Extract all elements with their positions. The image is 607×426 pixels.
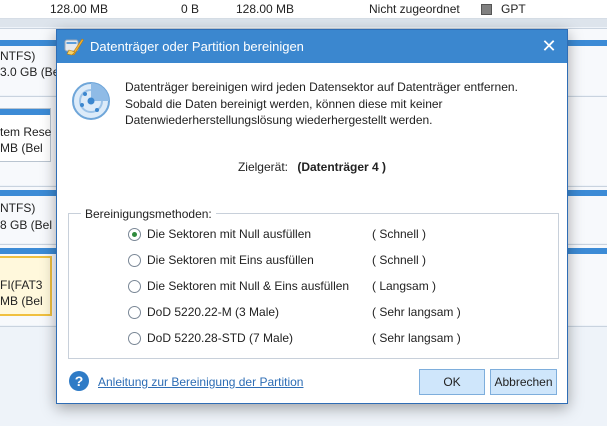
method-speed: ( Schnell ) bbox=[372, 253, 427, 267]
close-button[interactable]: ✕ bbox=[537, 35, 561, 57]
type-cell: GPT bbox=[501, 2, 526, 16]
method-speed: ( Langsam ) bbox=[372, 279, 437, 293]
method-speed: ( Sehr langsam ) bbox=[372, 331, 461, 345]
dialog-titlebar[interactable]: Datenträger oder Partition bereinigen ✕ bbox=[57, 30, 567, 63]
disk1-fs-label: NTFS) bbox=[0, 49, 36, 63]
status-cell: Nicht zugeordnet bbox=[369, 2, 460, 16]
disk1-size-label: 3.0 GB (Bel bbox=[0, 65, 63, 79]
capacity-cell: 128.00 MB bbox=[50, 2, 109, 16]
reserved-size-label: MB (Bel bbox=[0, 141, 43, 155]
methods-legend: Bereinigungsmethoden: bbox=[81, 207, 216, 221]
used-cell: 0 B bbox=[181, 2, 200, 16]
method-name: Die Sektoren mit Null & Eins ausfüllen bbox=[147, 279, 350, 293]
efi-fs-label: FI(FAT3 bbox=[0, 278, 43, 292]
target-label: Zielgerät: bbox=[237, 160, 288, 174]
method-speed: ( Schnell ) bbox=[372, 227, 427, 241]
radio-button[interactable] bbox=[128, 280, 141, 293]
method-name: Die Sektoren mit Null ausfüllen bbox=[147, 227, 312, 241]
row-divider bbox=[0, 19, 607, 27]
method-name: DoD 5220.22-M (3 Male) bbox=[147, 305, 280, 319]
cancel-button[interactable]: Abbrechen bbox=[490, 369, 557, 395]
gpt-icon bbox=[481, 4, 492, 15]
radio-button[interactable] bbox=[128, 332, 141, 345]
method-speed: ( Sehr langsam ) bbox=[372, 305, 461, 319]
close-icon: ✕ bbox=[541, 36, 557, 56]
method-name: Die Sektoren mit Eins ausfüllen bbox=[147, 253, 314, 267]
method-name: DoD 5220.28-STD (7 Male) bbox=[147, 331, 294, 345]
partition-row-unallocated[interactable]: 128.00 MB 0 B 128.00 MB Nicht zugeordnet… bbox=[0, 0, 607, 19]
radio-button[interactable] bbox=[128, 254, 141, 267]
dialog-title: Datenträger oder Partition bereinigen bbox=[90, 39, 304, 54]
wipe-broom-icon bbox=[64, 38, 84, 56]
wipe-disk-dialog: Datenträger oder Partition bereinigen ✕ … bbox=[56, 29, 568, 404]
warning-message: Datenträger bereinigen wird jeden Datens… bbox=[125, 80, 518, 127]
target-value: (Datenträger 4 ) bbox=[297, 160, 387, 174]
radio-button[interactable] bbox=[128, 306, 141, 319]
disk-wipe-icon bbox=[72, 82, 110, 120]
disk3-fs-label: NTFS) bbox=[0, 201, 36, 215]
efi-size-label: MB (Bel bbox=[0, 294, 43, 308]
disk3-size-label: 8 GB (Bel bbox=[0, 218, 53, 232]
unused-cell: 128.00 MB bbox=[236, 2, 295, 16]
reserved-label: tem Rese bbox=[0, 125, 52, 139]
radio-button-selected[interactable] bbox=[128, 228, 141, 241]
help-icon[interactable]: ? bbox=[69, 371, 89, 391]
help-link[interactable]: Anleitung zur Bereinigung der Partition bbox=[98, 375, 303, 389]
target-device: Zielgerät: (Datenträger 4 ) bbox=[57, 160, 567, 174]
ok-button[interactable]: OK bbox=[419, 369, 485, 395]
